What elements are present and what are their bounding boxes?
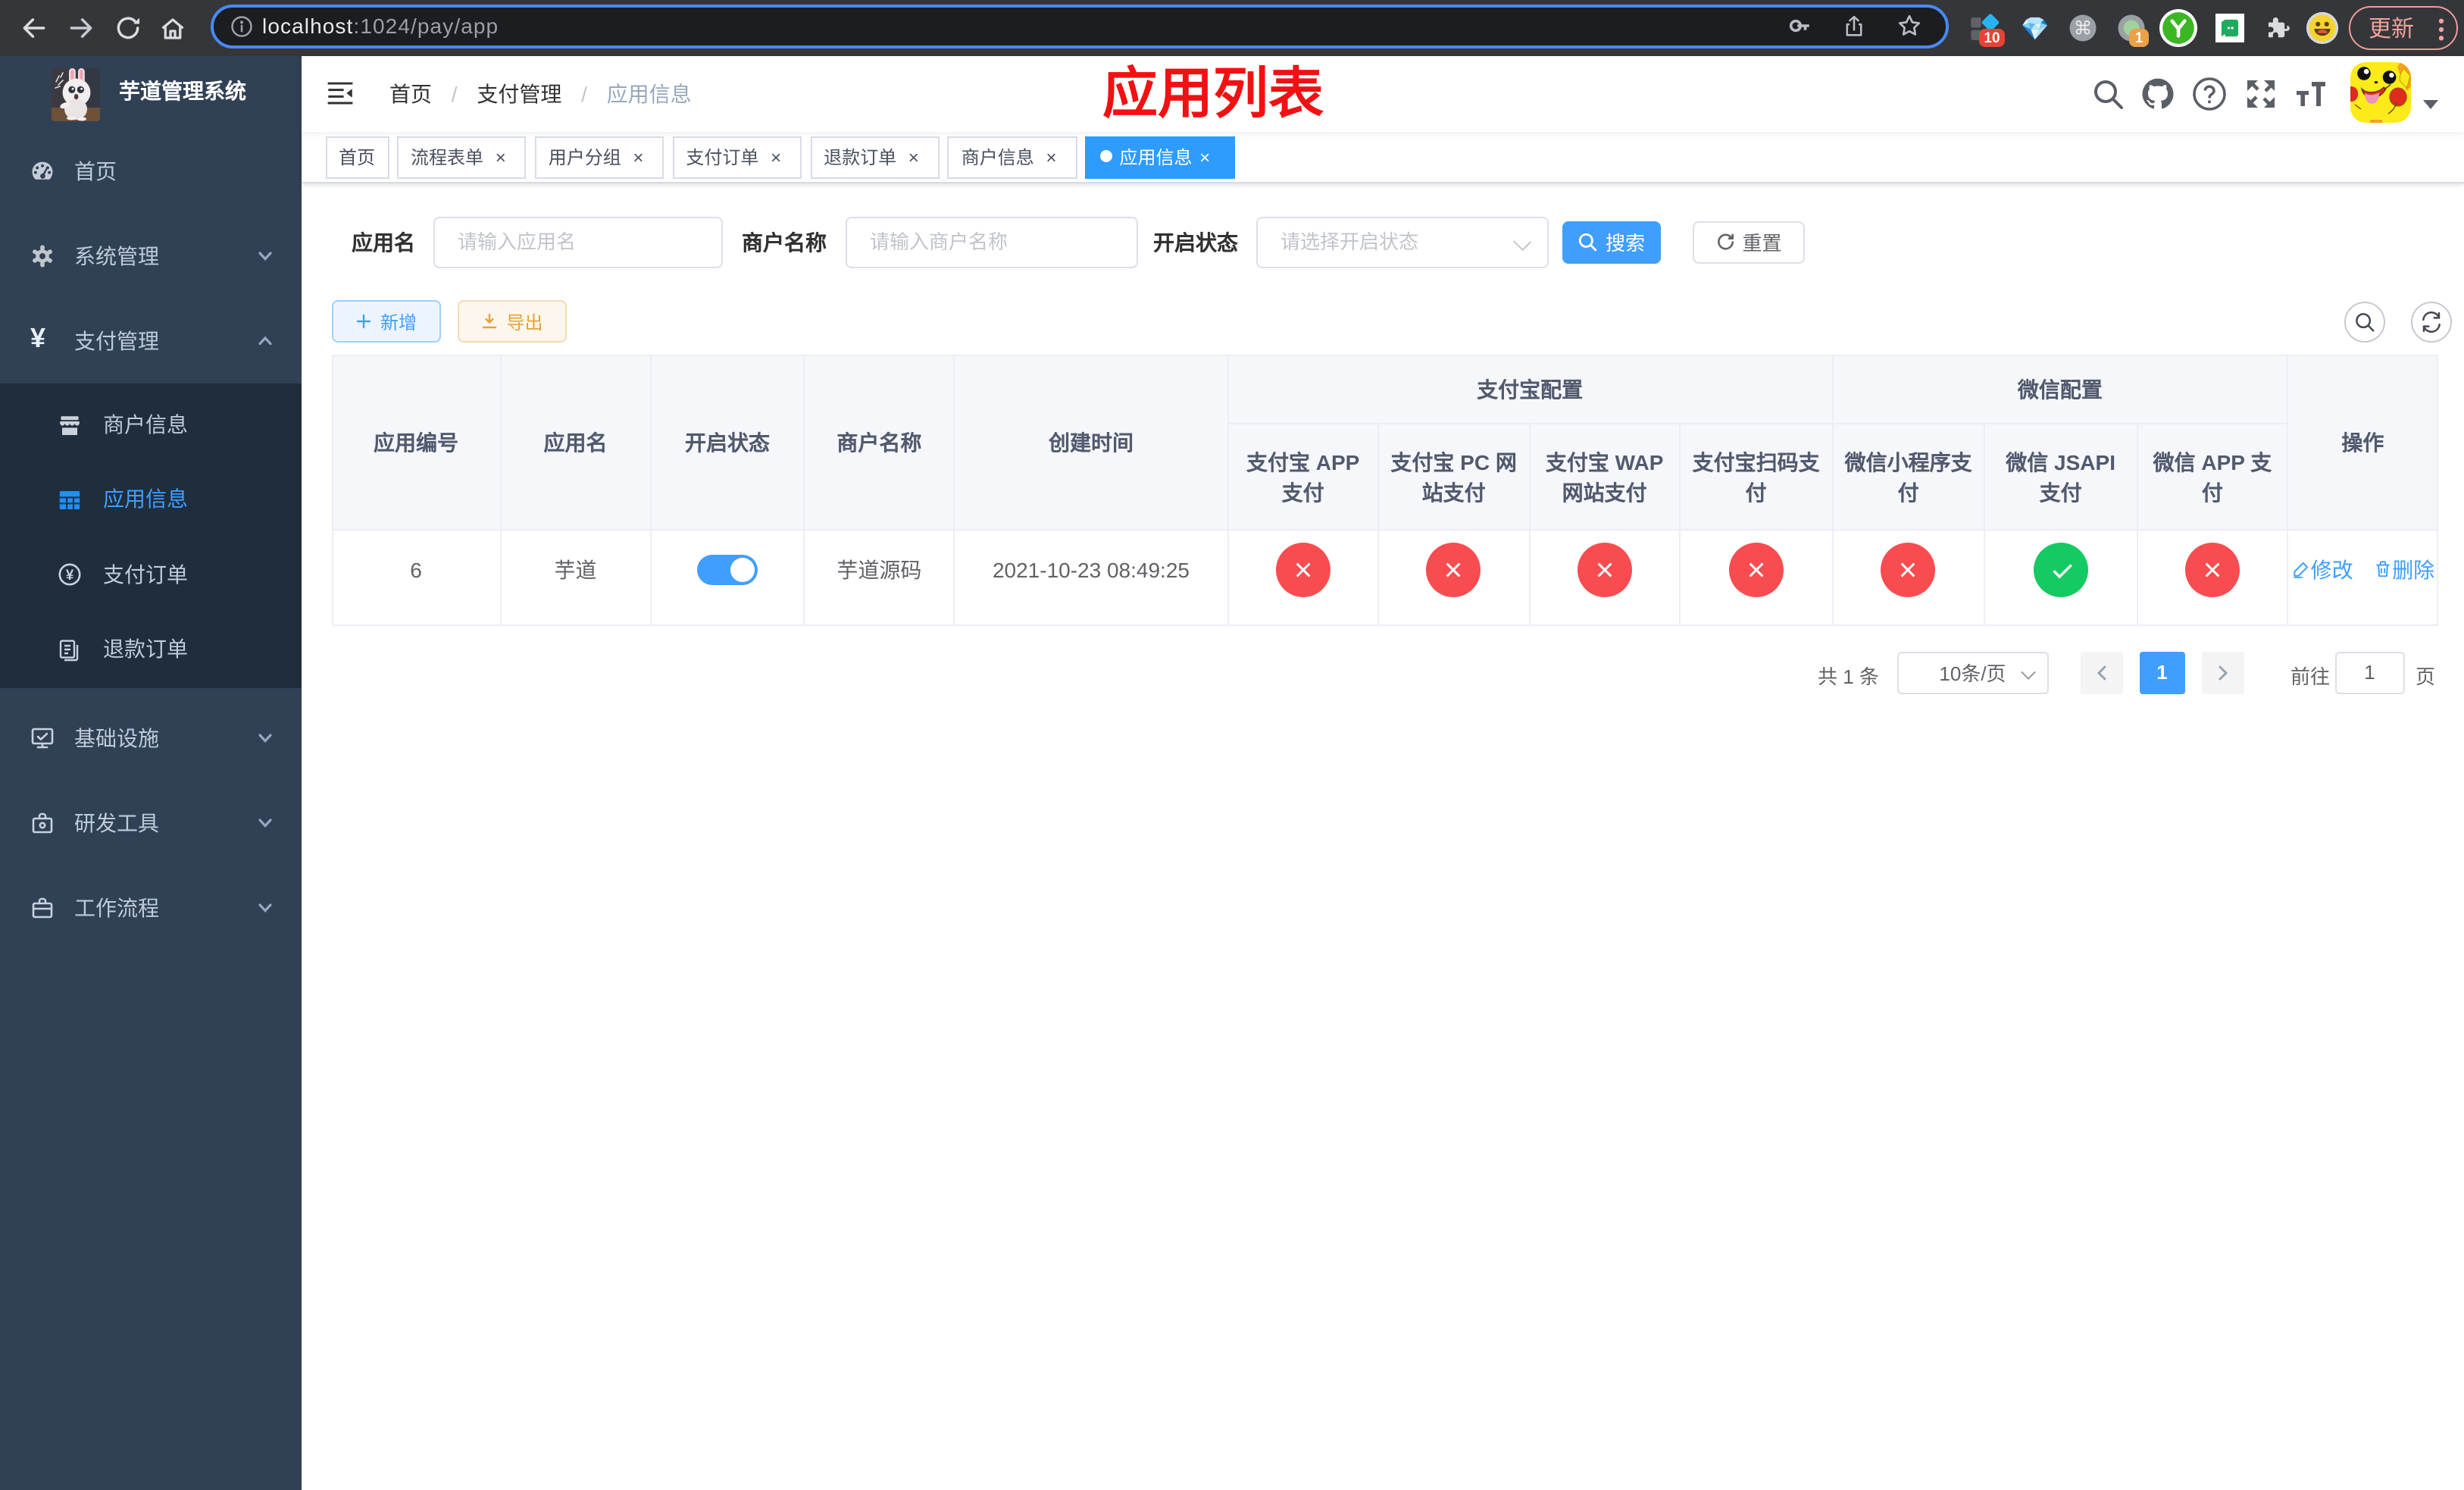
svg-text:⌘: ⌘ <box>2073 18 2092 39</box>
svg-text:¥: ¥ <box>66 568 74 584</box>
